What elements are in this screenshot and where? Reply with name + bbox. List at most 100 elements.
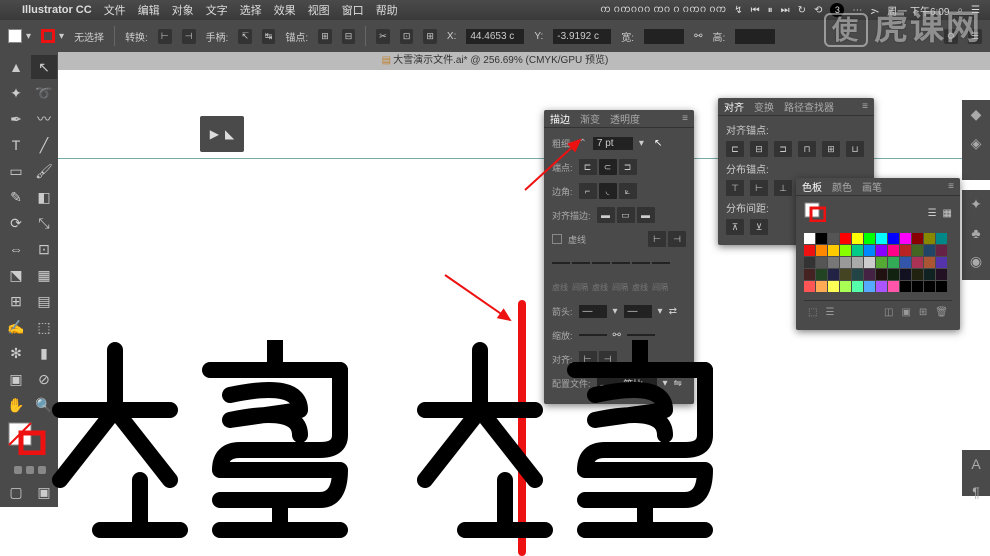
- artwork-char-2[interactable]: [405, 340, 715, 550]
- convert-anchor-popup[interactable]: ▶ ◣: [200, 116, 244, 152]
- width-tool[interactable]: ⇔: [3, 237, 29, 261]
- styles-icon[interactable]: ◉: [970, 253, 982, 270]
- menu-view[interactable]: 视图: [308, 2, 330, 18]
- dash-align-2[interactable]: ⊣: [668, 231, 686, 247]
- y-input[interactable]: [553, 29, 611, 44]
- swatch[interactable]: [804, 281, 815, 292]
- menu-object[interactable]: 对象: [172, 2, 194, 18]
- menu-select[interactable]: 选择: [240, 2, 262, 18]
- w-input[interactable]: [644, 29, 684, 44]
- perspective-tool[interactable]: ▦: [31, 263, 57, 287]
- swatch[interactable]: [924, 233, 935, 244]
- swatch[interactable]: [864, 269, 875, 280]
- magic-wand-tool[interactable]: ✦: [3, 81, 29, 105]
- swatch[interactable]: [912, 269, 923, 280]
- badge-3[interactable]: 3: [830, 3, 844, 17]
- swatch-opts-icon[interactable]: ◫: [884, 307, 893, 318]
- swatch[interactable]: [888, 269, 899, 280]
- gap-1[interactable]: [572, 262, 590, 264]
- dashed-checkbox[interactable]: [552, 234, 562, 244]
- app-name[interactable]: Illustrator CC: [22, 4, 92, 16]
- swatch[interactable]: [804, 245, 815, 256]
- paintbrush-tool[interactable]: 🖌: [31, 159, 57, 183]
- dist-vcenter[interactable]: ⊢: [750, 180, 768, 196]
- swatch-lib-icon[interactable]: ⬚: [808, 307, 817, 318]
- spotlight-icon[interactable]: ⌕: [957, 5, 963, 16]
- gap-2[interactable]: [612, 262, 630, 264]
- swatch[interactable]: [864, 233, 875, 244]
- swatch[interactable]: [852, 233, 863, 244]
- dash-1[interactable]: [552, 262, 570, 264]
- tab-transform[interactable]: 变换: [754, 99, 774, 114]
- mesh-tool[interactable]: ⊞: [3, 289, 29, 313]
- swatch[interactable]: [864, 257, 875, 268]
- h-input[interactable]: [735, 29, 775, 44]
- swatch[interactable]: [852, 257, 863, 268]
- swatch[interactable]: [888, 281, 899, 292]
- swatch[interactable]: [900, 269, 911, 280]
- swatch[interactable]: [936, 257, 947, 268]
- dist-bottom[interactable]: ⊥: [774, 180, 792, 196]
- swatch-list-icon[interactable]: ☰: [928, 208, 937, 219]
- arrow-end[interactable]: —: [624, 305, 652, 318]
- arrow-start[interactable]: —: [579, 305, 607, 318]
- convert-btn-2[interactable]: ⊣: [182, 29, 196, 44]
- hand-tool[interactable]: ✋: [3, 393, 29, 417]
- brushes-icon[interactable]: ✦: [970, 196, 982, 213]
- char-panel-icon[interactable]: A: [971, 456, 980, 472]
- cap-round[interactable]: ⊂: [599, 159, 617, 175]
- shaper-tool[interactable]: ✎: [3, 185, 29, 209]
- swatch[interactable]: [864, 281, 875, 292]
- swatch[interactable]: [876, 269, 887, 280]
- swatch[interactable]: [876, 233, 887, 244]
- anchor-btn-2[interactable]: ⊟: [342, 29, 356, 44]
- align-hcenter[interactable]: ⊟: [750, 141, 768, 157]
- eyedropper-tool[interactable]: ✍: [3, 315, 29, 339]
- swatch-menu-icon[interactable]: ☰: [825, 307, 834, 318]
- swatch[interactable]: [852, 269, 863, 280]
- stroke-swatch[interactable]: ▾: [41, 29, 64, 43]
- setup-icon[interactable]: ⚙: [944, 29, 958, 44]
- pause-icon[interactable]: ⏸: [768, 5, 773, 16]
- swatch[interactable]: [840, 245, 851, 256]
- menu-extra-icon[interactable]: ☰: [971, 5, 980, 16]
- shape-builder-tool[interactable]: ⬔: [3, 263, 29, 287]
- ref-point[interactable]: ⊞: [423, 29, 437, 44]
- rectangle-tool[interactable]: ▭: [3, 159, 29, 183]
- swatch[interactable]: [936, 233, 947, 244]
- swatch[interactable]: [936, 245, 947, 256]
- swatch[interactable]: [804, 233, 815, 244]
- lasso-tool[interactable]: ➰: [31, 81, 57, 105]
- tab-align[interactable]: 对齐: [724, 99, 744, 114]
- swatch[interactable]: [924, 245, 935, 256]
- direct-selection-tool[interactable]: ↖: [31, 55, 57, 79]
- weight-input[interactable]: 7 pt: [593, 137, 633, 150]
- swatch[interactable]: [912, 245, 923, 256]
- swatch[interactable]: [936, 269, 947, 280]
- swatch[interactable]: [804, 269, 815, 280]
- document-title[interactable]: 大雪演示文件.ai* @ 256.69% (CMYK/GPU 预览): [393, 55, 608, 66]
- swatch[interactable]: [828, 281, 839, 292]
- fill-swatch[interactable]: ▾: [8, 29, 31, 43]
- corner-bevel[interactable]: ⟀: [619, 183, 637, 199]
- swatch[interactable]: [816, 245, 827, 256]
- color-guide-icon[interactable]: ◈: [971, 135, 982, 152]
- display-icon[interactable]: ᯢ: [870, 3, 879, 17]
- align-right[interactable]: ⊐: [774, 141, 792, 157]
- tab-transparency[interactable]: 透明度: [610, 111, 640, 126]
- curvature-tool[interactable]: 〰: [31, 107, 57, 131]
- tab-swatches[interactable]: 色板: [802, 179, 822, 194]
- swatch[interactable]: [900, 233, 911, 244]
- swatch[interactable]: [828, 233, 839, 244]
- scale-1[interactable]: [579, 334, 607, 336]
- menu-effect[interactable]: 效果: [274, 2, 296, 18]
- swatch[interactable]: [804, 257, 815, 268]
- swap-arrows-icon[interactable]: ⇄: [669, 306, 677, 317]
- swatch[interactable]: [864, 245, 875, 256]
- gap-3[interactable]: [652, 262, 670, 264]
- cap-square[interactable]: ⊐: [619, 159, 637, 175]
- align-outside[interactable]: ▬: [637, 207, 655, 223]
- swatch[interactable]: [840, 257, 851, 268]
- swatch[interactable]: [900, 281, 911, 292]
- swatch[interactable]: [936, 281, 947, 292]
